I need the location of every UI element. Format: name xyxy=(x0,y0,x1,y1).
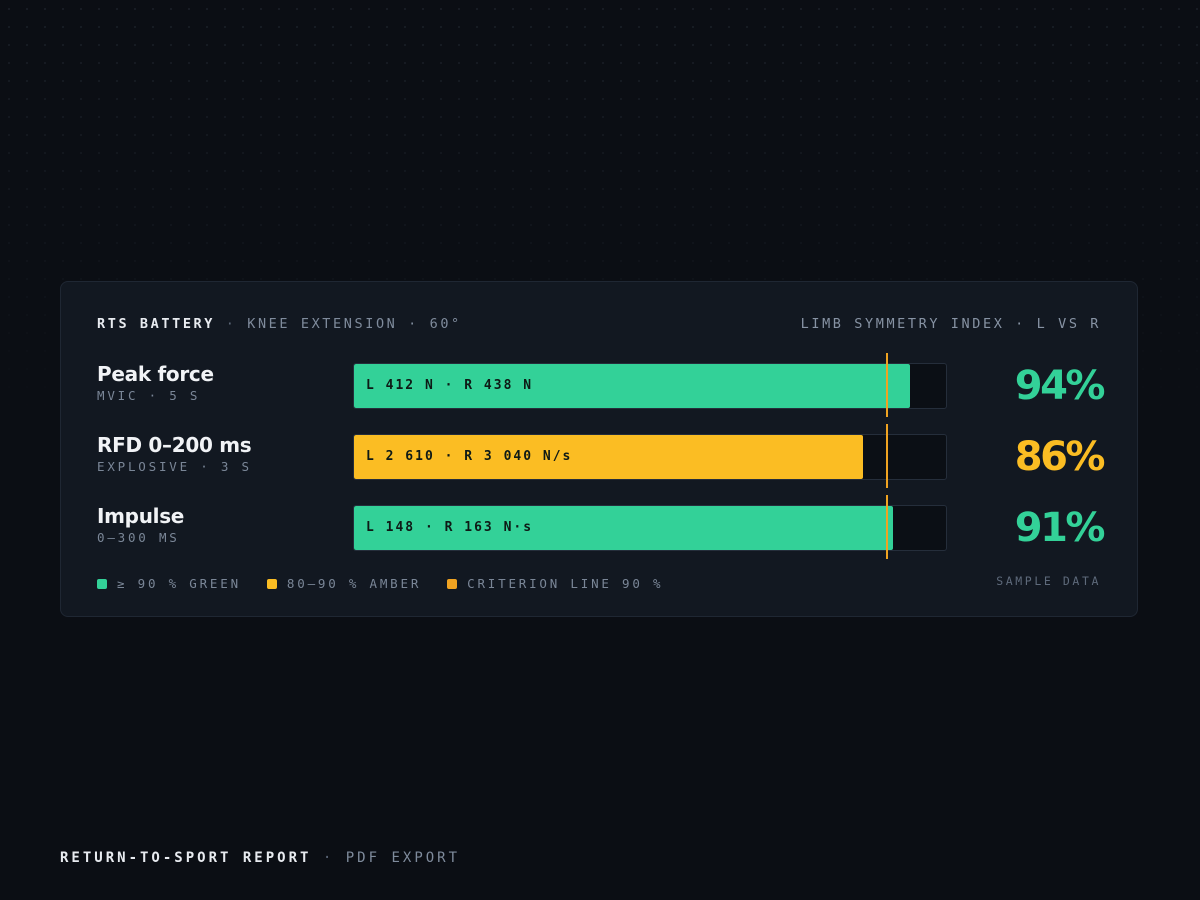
bar-track: L 412 N · R 438 N xyxy=(353,363,947,409)
metric-label-group: Peak force MVIC · 5 S xyxy=(97,362,214,405)
legend-label: CRITERION LINE 90 % xyxy=(467,575,664,591)
metric-subtitle: MVIC · 5 S xyxy=(97,388,201,403)
lsi-value: 91% xyxy=(1014,505,1106,551)
metric-name: Peak force xyxy=(97,362,214,386)
report-title: RETURN-TO-SPORT REPORT xyxy=(60,850,312,866)
metric-label-group: Impulse 0–300 MS xyxy=(97,504,184,547)
legend-item: CRITERION LINE 90 % xyxy=(447,576,663,592)
metric-label-group: RFD 0–200 ms EXPLOSIVE · 3 S xyxy=(97,433,252,476)
legend-item: ≥ 90 % GREEN xyxy=(97,576,241,592)
bar-detail-label: L 148 · R 163 N·s xyxy=(366,520,534,535)
bar-detail-label: L 2 610 · R 3 040 N/s xyxy=(366,449,573,464)
legend-item: 80–90 % AMBER xyxy=(266,575,422,592)
legend-label: ≥ 90 % GREEN xyxy=(117,575,241,591)
pdf-export-link[interactable]: PDF EXPORT xyxy=(346,850,460,866)
legend-swatch xyxy=(266,578,277,589)
metric-subtitle: 0–300 MS xyxy=(97,530,180,545)
criterion-line xyxy=(885,353,888,417)
metric-row: Impulse 0–300 MS L 148 · R 163 N·s 91% xyxy=(97,495,1106,559)
legend-swatch xyxy=(447,578,458,589)
metric-name: RFD 0–200 ms xyxy=(97,433,252,457)
legend-swatch xyxy=(97,578,107,589)
bar-detail-label: L 412 N · R 438 N xyxy=(366,378,534,393)
report-footer: RETURN-TO-SPORT REPORT · PDF EXPORT xyxy=(60,850,460,866)
bar-track: L 2 610 · R 3 040 N/s xyxy=(353,434,947,480)
footer-separator: · xyxy=(322,850,335,866)
criterion-line xyxy=(885,495,888,559)
metric-subtitle: EXPLOSIVE · 3 S xyxy=(97,459,252,474)
criterion-line xyxy=(885,424,888,488)
panel-context: KNEE EXTENSION · 60° xyxy=(247,316,462,332)
panel-header-right: LIMB SYMMETRY INDEX · L VS R xyxy=(800,316,1101,332)
header-separator: · xyxy=(225,316,237,332)
legend-label: 80–90 % AMBER xyxy=(286,575,422,591)
chart-legend: ≥ 90 % GREEN 80–90 % AMBER CRITERION LINE … xyxy=(97,573,689,592)
lsi-value: 94% xyxy=(1014,363,1106,409)
panel-header-left: RTS BATTERY · KNEE EXTENSION · 60° xyxy=(97,316,462,332)
metric-row: RFD 0–200 ms EXPLOSIVE · 3 S L 2 610 · R 3… xyxy=(97,424,1106,488)
bar-track: L 148 · R 163 N·s xyxy=(353,505,947,551)
metric-row: Peak force MVIC · 5 S L 412 N · R 438 N 94% xyxy=(97,353,1106,417)
lsi-value: 86% xyxy=(1014,434,1106,480)
metric-name: Impulse xyxy=(97,504,185,528)
panel-title: RTS BATTERY xyxy=(97,316,216,332)
lsi-chart-panel: RTS BATTERY · KNEE EXTENSION · 60° LIMB … xyxy=(60,281,1138,617)
sample-data-note: SAMPLE DATA xyxy=(996,574,1101,588)
